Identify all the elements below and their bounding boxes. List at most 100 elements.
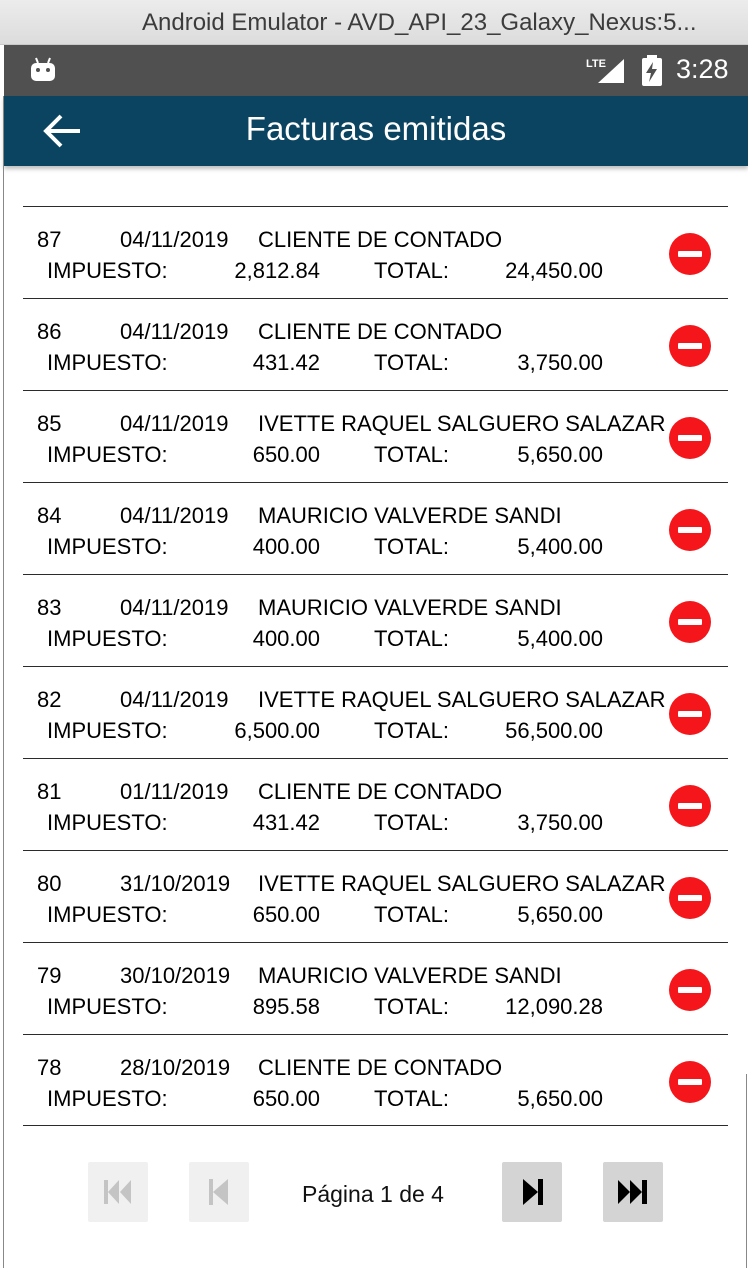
invoice-date: 31/10/2019 bbox=[120, 871, 231, 896]
tax-value: 2,812.84 bbox=[234, 258, 320, 283]
android-icon bbox=[31, 57, 55, 81]
skip-previous-icon bbox=[209, 1179, 228, 1205]
delete-invoice-button[interactable] bbox=[669, 969, 711, 1011]
invoice-number: 87 bbox=[37, 227, 62, 252]
invoice-row[interactable]: 84 04/11/2019 MAURICIO VALVERDE SANDI IM… bbox=[23, 482, 728, 574]
invoice-client: MAURICIO VALVERDE SANDI bbox=[258, 503, 562, 528]
arrow-left-icon bbox=[43, 114, 80, 148]
invoice-row[interactable]: 87 04/11/2019 CLIENTE DE CONTADO IMPUEST… bbox=[23, 206, 728, 298]
tax-label: IMPUESTO: bbox=[47, 994, 168, 1019]
tax-value: 431.42 bbox=[252, 810, 320, 835]
next-page-button[interactable] bbox=[502, 1162, 562, 1222]
delete-invoice-button[interactable] bbox=[669, 417, 711, 459]
previous-page-button[interactable] bbox=[189, 1162, 249, 1222]
delete-invoice-button[interactable] bbox=[669, 233, 711, 275]
invoice-row[interactable]: 80 31/10/2019 IVETTE RAQUEL SALGUERO SAL… bbox=[23, 850, 728, 942]
invoice-client: CLIENTE DE CONTADO bbox=[258, 1055, 503, 1080]
invoice-date: 04/11/2019 bbox=[120, 503, 229, 528]
tax-label: IMPUESTO: bbox=[47, 350, 168, 375]
total-value: 5,650.00 bbox=[517, 442, 603, 467]
tax-label: IMPUESTO: bbox=[47, 626, 168, 651]
delete-invoice-button[interactable] bbox=[669, 877, 711, 919]
screen-edge bbox=[3, 96, 4, 1268]
invoice-row[interactable]: 78 28/10/2019 CLIENTE DE CONTADO IMPUEST… bbox=[23, 1034, 728, 1126]
svg-text:LTE: LTE bbox=[586, 58, 606, 70]
invoice-date: 04/11/2019 bbox=[120, 319, 229, 344]
invoice-row[interactable]: 81 01/11/2019 CLIENTE DE CONTADO IMPUEST… bbox=[23, 758, 728, 850]
invoice-row[interactable]: 79 30/10/2019 MAURICIO VALVERDE SANDI IM… bbox=[23, 942, 728, 1034]
skip-first-icon bbox=[104, 1180, 131, 1204]
delete-invoice-button[interactable] bbox=[669, 601, 711, 643]
total-value: 5,400.00 bbox=[517, 626, 603, 651]
invoice-number: 80 bbox=[37, 871, 62, 896]
invoice-row[interactable]: 86 04/11/2019 CLIENTE DE CONTADO IMPUEST… bbox=[23, 298, 728, 390]
invoice-date: 01/11/2019 bbox=[120, 779, 229, 804]
invoice-number: 85 bbox=[37, 411, 62, 436]
pagination-bar: Página 1 de 4 bbox=[0, 1162, 748, 1224]
invoice-number: 79 bbox=[37, 963, 62, 988]
battery-charging-icon bbox=[642, 55, 662, 86]
delete-invoice-button[interactable] bbox=[669, 693, 711, 735]
invoice-number: 83 bbox=[37, 595, 62, 620]
total-value: 12,090.28 bbox=[505, 994, 603, 1019]
invoice-client: IVETTE RAQUEL SALGUERO SALAZAR bbox=[258, 687, 666, 712]
invoice-row[interactable]: 82 04/11/2019 IVETTE RAQUEL SALGUERO SAL… bbox=[23, 666, 728, 758]
invoice-client: IVETTE RAQUEL SALGUERO SALAZAR bbox=[258, 411, 666, 436]
invoice-client: CLIENTE DE CONTADO bbox=[258, 779, 503, 804]
remove-icon bbox=[678, 895, 702, 901]
invoice-list: 87 04/11/2019 CLIENTE DE CONTADO IMPUEST… bbox=[23, 206, 728, 1126]
app-bar: Facturas emitidas bbox=[4, 96, 748, 166]
remove-icon bbox=[678, 803, 702, 809]
invoice-date: 30/10/2019 bbox=[120, 963, 231, 988]
invoice-row[interactable]: 85 04/11/2019 IVETTE RAQUEL SALGUERO SAL… bbox=[23, 390, 728, 482]
tax-value: 650.00 bbox=[252, 442, 320, 467]
total-value: 5,650.00 bbox=[517, 1086, 603, 1111]
skip-next-icon bbox=[523, 1179, 543, 1205]
back-button[interactable] bbox=[34, 110, 90, 152]
invoice-number: 78 bbox=[37, 1055, 62, 1080]
status-bar: LTE 3:28 bbox=[4, 45, 748, 96]
delete-invoice-button[interactable] bbox=[669, 325, 711, 367]
invoice-number: 82 bbox=[37, 687, 62, 712]
tax-value: 431.42 bbox=[252, 350, 320, 375]
first-page-button[interactable] bbox=[88, 1162, 148, 1222]
delete-invoice-button[interactable] bbox=[669, 1061, 711, 1103]
total-value: 24,450.00 bbox=[505, 258, 603, 283]
invoice-date: 04/11/2019 bbox=[120, 227, 229, 252]
tax-label: IMPUESTO: bbox=[47, 810, 168, 835]
invoice-number: 81 bbox=[37, 779, 62, 804]
delete-invoice-button[interactable] bbox=[669, 509, 711, 551]
tax-label: IMPUESTO: bbox=[47, 442, 168, 467]
tax-value: 6,500.00 bbox=[234, 718, 320, 743]
skip-last-icon bbox=[618, 1180, 647, 1204]
invoice-row[interactable]: 83 04/11/2019 MAURICIO VALVERDE SANDI IM… bbox=[23, 574, 728, 666]
total-value: 5,400.00 bbox=[517, 534, 603, 559]
tax-value: 650.00 bbox=[252, 902, 320, 927]
tax-value: 650.00 bbox=[252, 1086, 320, 1111]
invoice-date: 28/10/2019 bbox=[120, 1055, 231, 1080]
invoice-date: 04/11/2019 bbox=[120, 687, 229, 712]
invoice-client: MAURICIO VALVERDE SANDI bbox=[258, 963, 562, 988]
lte-signal-icon: LTE bbox=[586, 58, 624, 83]
invoice-number: 86 bbox=[37, 319, 62, 344]
remove-icon bbox=[678, 343, 702, 349]
delete-invoice-button[interactable] bbox=[669, 785, 711, 827]
total-label: TOTAL: bbox=[374, 902, 449, 927]
tax-label: IMPUESTO: bbox=[47, 258, 168, 283]
status-clock: 3:28 bbox=[676, 54, 729, 84]
total-label: TOTAL: bbox=[374, 718, 449, 743]
total-label: TOTAL: bbox=[374, 258, 449, 283]
total-label: TOTAL: bbox=[374, 626, 449, 651]
tax-label: IMPUESTO: bbox=[47, 718, 168, 743]
tax-label: IMPUESTO: bbox=[47, 1086, 168, 1111]
remove-icon bbox=[678, 619, 702, 625]
invoice-client: MAURICIO VALVERDE SANDI bbox=[258, 595, 562, 620]
tax-label: IMPUESTO: bbox=[47, 902, 168, 927]
last-page-button[interactable] bbox=[603, 1162, 663, 1222]
total-value: 3,750.00 bbox=[517, 810, 603, 835]
total-label: TOTAL: bbox=[374, 1086, 449, 1111]
emulator-title-bar: Android Emulator - AVD_API_23_Galaxy_Nex… bbox=[0, 0, 748, 45]
remove-icon bbox=[678, 711, 702, 717]
tax-label: IMPUESTO: bbox=[47, 534, 168, 559]
total-value: 56,500.00 bbox=[505, 718, 603, 743]
